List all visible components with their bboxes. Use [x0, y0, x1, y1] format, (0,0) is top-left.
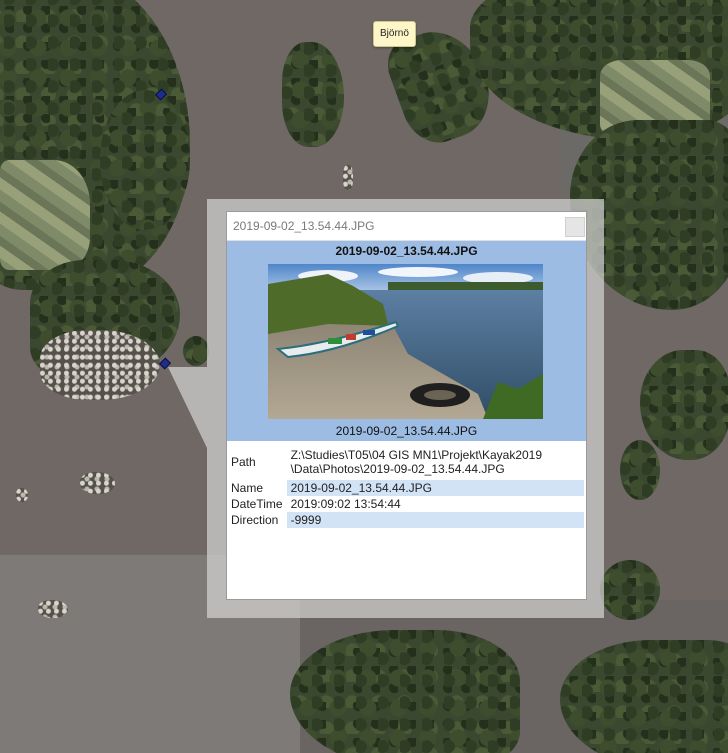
island	[38, 600, 68, 618]
popup-title: 2019-09-02_13.54.44.JPG	[233, 219, 375, 233]
attribute-key: Name	[231, 481, 264, 495]
media-title: 2019-09-02_13.54.44.JPG	[335, 244, 478, 258]
attribute-value[interactable]: Z:\Studies\T05\04 GIS MN1\Projekt\Kayak2…	[287, 444, 584, 480]
photo-kayak-gear	[328, 338, 342, 344]
close-button[interactable]	[565, 217, 585, 237]
land-mass	[560, 640, 728, 753]
attribute-row: Path Z:\Studies\T05\04 GIS MN1\Projekt\K…	[227, 444, 584, 480]
attribute-key: DateTime	[231, 497, 283, 511]
attribute-table: Path Z:\Studies\T05\04 GIS MN1\Projekt\K…	[227, 444, 584, 528]
photo-kayak-gear	[363, 330, 375, 335]
photo-cloud	[378, 267, 458, 277]
attribute-value[interactable]: -9999	[286, 512, 584, 528]
farmland	[0, 160, 90, 270]
attribute-row: Name 2019-09-02_13.54.44.JPG	[227, 480, 584, 496]
island	[16, 488, 28, 502]
media-caption: 2019-09-02_13.54.44.JPG	[335, 424, 478, 438]
island	[343, 165, 353, 190]
attribute-key: Direction	[231, 513, 279, 527]
land-mass	[290, 630, 520, 753]
photo-kayak-gear	[346, 334, 356, 340]
island	[100, 90, 190, 230]
place-label: Björnö	[373, 21, 416, 47]
island	[40, 330, 160, 400]
island	[600, 560, 660, 620]
photo-point-marker[interactable]	[158, 357, 172, 370]
attribute-key: Path	[231, 455, 256, 469]
island	[183, 336, 209, 366]
attribute-value[interactable]: 2019:09:02 13:54:44	[287, 496, 584, 512]
photo-far-shore	[388, 282, 543, 290]
popup-titlebar[interactable]: 2019-09-02_13.54.44.JPG	[227, 212, 586, 241]
identify-popup[interactable]: 2019-09-02_13.54.44.JPG 2019-09-02_13.54…	[226, 211, 587, 600]
attribute-value-line: Z:\Studies\T05\04 GIS MN1\Projekt\Kayak2…	[290, 448, 543, 462]
attribute-value-line: \Data\Photos\2019-09-02_13.54.44.JPG	[290, 462, 505, 476]
island	[282, 42, 344, 147]
photo-tire-hole	[424, 390, 456, 400]
attribute-row: DateTime 2019:09:02 13:54:44	[227, 496, 584, 512]
island	[620, 440, 660, 500]
island	[80, 472, 115, 494]
attribute-row: Direction -9999	[227, 512, 584, 528]
popup-media-section: 2019-09-02_13.54.44.JPG 2019-09-02_13.54…	[227, 241, 586, 441]
attribute-value[interactable]: 2019-09-02_13.54.44.JPG	[286, 480, 584, 496]
kayak-photo[interactable]	[268, 264, 543, 419]
island	[640, 350, 728, 460]
